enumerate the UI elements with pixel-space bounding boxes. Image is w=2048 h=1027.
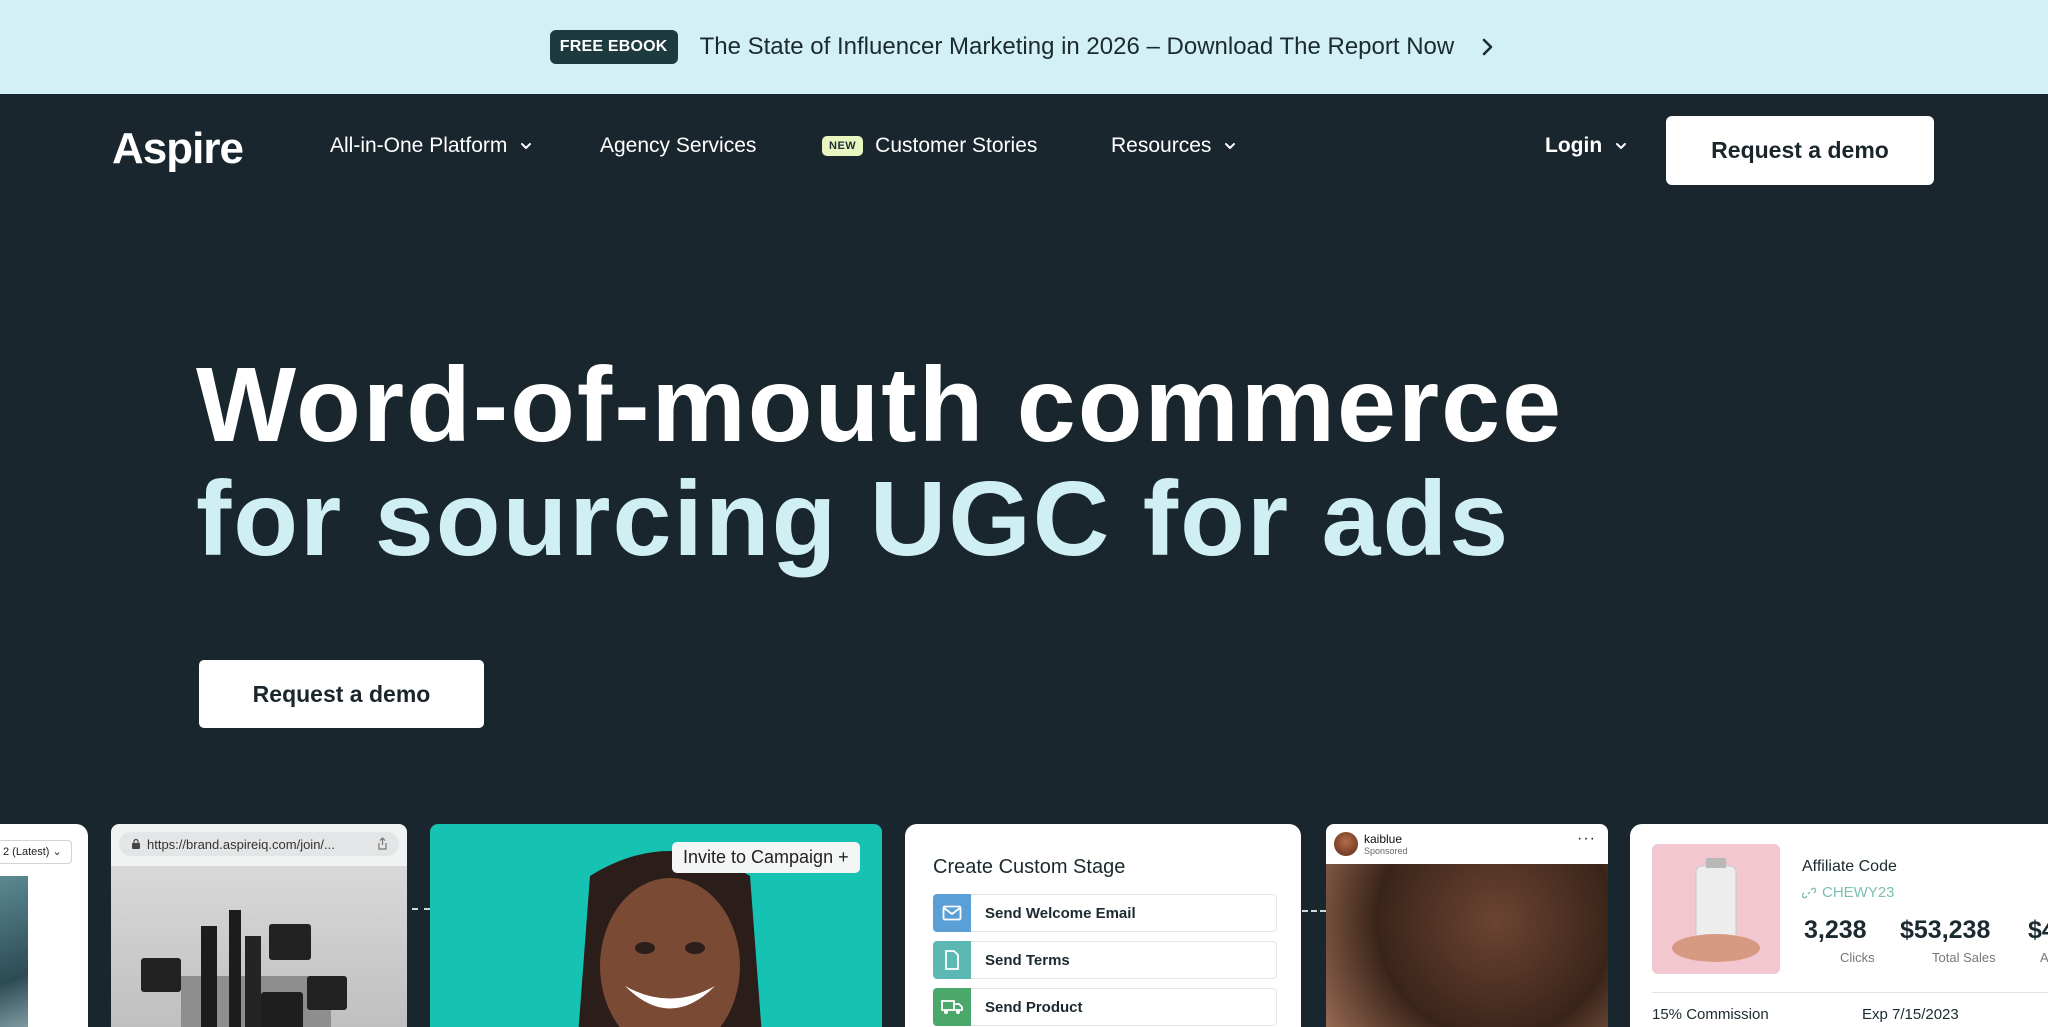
version-select[interactable]: 2 (Latest) ⌄ xyxy=(0,840,72,864)
hero-title-line1: Word-of-mouth commerce xyxy=(196,346,1564,464)
stat-label: Total Sales xyxy=(1932,950,1996,965)
stage-label: Send Welcome Email xyxy=(971,894,1277,932)
post-photo xyxy=(1326,864,1608,1027)
avatar xyxy=(1334,832,1358,856)
stage-title: Create Custom Stage xyxy=(933,856,1126,878)
product-image xyxy=(0,876,28,1027)
stage-row[interactable]: Send Welcome Email xyxy=(933,894,1277,932)
stat-label: Clicks xyxy=(1840,950,1875,965)
invite-to-campaign-button[interactable]: Invite to Campaign + xyxy=(672,842,860,873)
affiliate-card: Affiliate Code CHEWY23 3,238 Clicks $53,… xyxy=(1630,824,2048,1027)
stat-label: A xyxy=(2040,950,2048,965)
nav-item-label: Customer Stories xyxy=(875,134,1038,157)
affiliate-code-value: CHEWY23 xyxy=(1822,884,1895,901)
stage-row[interactable]: Send Terms xyxy=(933,941,1277,979)
product-photo xyxy=(111,866,407,1027)
link-icon xyxy=(1802,887,1816,898)
chevron-down-icon xyxy=(1225,143,1236,150)
stat-value: 3,238 xyxy=(1804,916,1867,944)
expiry-text: Exp 7/15/2023 xyxy=(1862,1006,1959,1023)
chevron-right-icon[interactable] xyxy=(1476,36,1498,58)
connector-line xyxy=(1302,910,1326,912)
creator-card: Invite to Campaign + xyxy=(430,824,882,1027)
request-demo-button-nav[interactable]: Request a demo xyxy=(1666,116,1934,185)
commission-text: 15% Commission xyxy=(1652,1006,1769,1023)
nav-item-customer-stories[interactable]: NEW Customer Stories xyxy=(822,134,1037,158)
chevron-down-icon xyxy=(521,143,532,150)
browser-card: https://brand.aspireiq.com/join/... xyxy=(111,824,407,1027)
version-select-value: 2 (Latest) xyxy=(3,846,50,858)
nav-item-resources[interactable]: Resources xyxy=(1111,134,1237,158)
more-options-icon[interactable]: ··· xyxy=(1577,830,1596,848)
stage-row[interactable]: Send Product xyxy=(933,988,1277,1026)
share-icon[interactable] xyxy=(376,837,389,851)
stat-value: $53,238 xyxy=(1900,916,1991,944)
main-nav: Aspire All-in-One Platform Agency Servic… xyxy=(0,94,2048,206)
request-demo-button-hero[interactable]: Request a demo xyxy=(199,660,484,728)
nav-item-agency-services[interactable]: Agency Services xyxy=(600,134,756,158)
document-icon xyxy=(933,941,971,979)
social-post-card: kaiblue Sponsored ··· xyxy=(1326,824,1608,1027)
stage-label: Send Terms xyxy=(971,941,1277,979)
affiliate-code[interactable]: CHEWY23 xyxy=(1802,884,1895,901)
new-badge: NEW xyxy=(822,136,864,156)
aspire-logo[interactable]: Aspire xyxy=(112,124,244,174)
announcement-bar[interactable]: FREE EBOOK The State of Influencer Marke… xyxy=(0,0,2048,94)
nav-item-label: Agency Services xyxy=(600,134,757,157)
truck-icon xyxy=(933,988,971,1026)
chevron-down-icon xyxy=(1616,143,1627,150)
lock-icon xyxy=(132,839,140,849)
hero-title-line2: for sourcing UGC for ads xyxy=(196,460,1511,578)
login-button[interactable]: Login xyxy=(1545,134,1628,158)
stage-label: Send Product xyxy=(971,988,1277,1026)
post-username: kaiblue xyxy=(1364,832,1403,846)
product-illustration xyxy=(141,910,347,1027)
version-card: 2 (Latest) ⌄ xyxy=(0,824,88,1027)
envelope-icon xyxy=(933,894,971,932)
nav-item-platform[interactable]: All-in-One Platform xyxy=(330,134,533,158)
connector-line xyxy=(412,908,430,910)
nav-item-label: All-in-One Platform xyxy=(330,134,508,157)
login-label: Login xyxy=(1545,134,1603,157)
url-bar[interactable]: https://brand.aspireiq.com/join/... xyxy=(119,832,399,856)
divider xyxy=(1652,992,2048,993)
post-sponsored-label: Sponsored xyxy=(1364,846,1408,856)
free-ebook-badge: FREE EBOOK xyxy=(549,30,678,64)
nav-item-label: Resources xyxy=(1111,134,1212,157)
announcement-text[interactable]: The State of Influencer Marketing in 202… xyxy=(700,33,1455,61)
affiliate-code-title: Affiliate Code xyxy=(1802,858,1897,875)
hero-title: Word-of-mouth commerce for sourcing UGC … xyxy=(196,348,1563,576)
stat-value: $4 xyxy=(2028,916,2048,944)
custom-stage-card: Create Custom Stage Send Welcome Email S… xyxy=(905,824,1301,1027)
product-image xyxy=(1652,844,1780,974)
url-text: https://brand.aspireiq.com/join/... xyxy=(147,836,335,852)
